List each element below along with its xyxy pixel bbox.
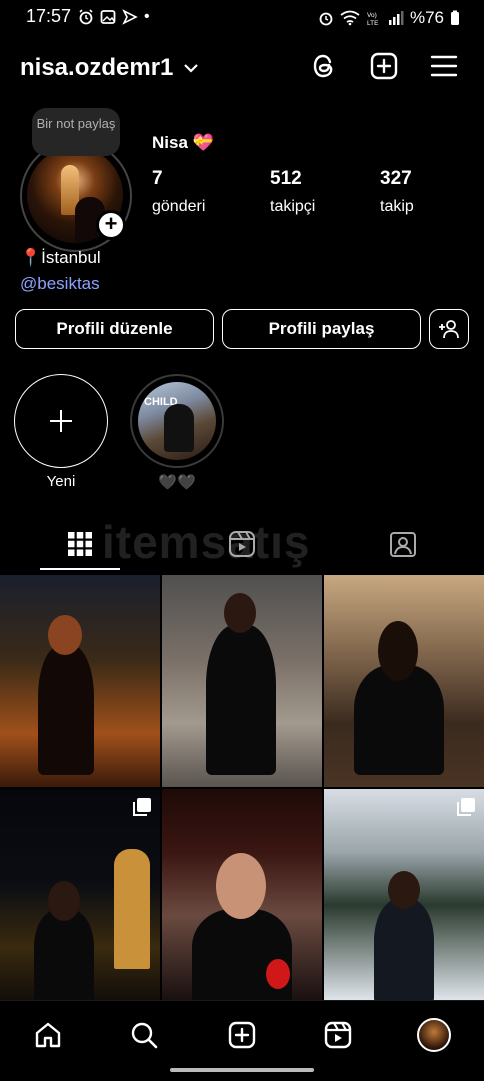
menu-button[interactable]: [430, 52, 458, 80]
post-figure: [374, 899, 434, 1000]
post-figure: [34, 909, 94, 1000]
chevron-down-icon: [184, 64, 199, 73]
stat-value: 512: [270, 168, 302, 189]
status-dot: •: [144, 8, 150, 25]
share-profile-button[interactable]: Profili paylaş: [222, 309, 421, 349]
account-switcher[interactable]: nisa.ozdemr1: [20, 54, 199, 82]
status-bar: 17:57 • Vo) LTE %76: [0, 0, 484, 34]
create-button[interactable]: [370, 52, 398, 80]
stat-value: 327: [380, 168, 412, 189]
grid-tab[interactable]: [40, 520, 120, 568]
nav-avatar: [417, 1018, 451, 1052]
post-figure: [354, 665, 444, 775]
display-name-text: Nisa: [152, 133, 188, 152]
highlight-story[interactable]: CHILD: [130, 374, 224, 468]
status-left-icons: •: [78, 8, 150, 26]
hamburger-icon: [430, 55, 458, 77]
battery-icon: [451, 10, 459, 25]
signal-icon: [388, 11, 404, 25]
stat-posts[interactable]: 7 gönderi: [152, 168, 270, 216]
post-thumbnail[interactable]: [162, 789, 322, 1000]
content-tabs: [0, 520, 484, 570]
display-name: Nisa 💝: [152, 133, 214, 153]
discover-people-button[interactable]: [429, 309, 469, 349]
highlight-story-image: CHILD: [138, 382, 216, 460]
tagged-tab[interactable]: [363, 520, 443, 568]
status-time: 17:57: [26, 6, 72, 26]
add-story-plus-icon[interactable]: +: [96, 210, 126, 240]
post-figure: [206, 625, 276, 775]
tagged-person-icon: [390, 532, 416, 557]
post-figure-head: [224, 593, 256, 633]
stat-followers[interactable]: 512 takipçi: [270, 168, 380, 216]
stat-value: 7: [152, 168, 163, 189]
stat-following[interactable]: 327 takip: [380, 168, 484, 216]
post-figure-head: [216, 853, 266, 919]
grid-icon: [68, 532, 92, 556]
svg-text:LTE: LTE: [367, 20, 379, 26]
nav-reels-button[interactable]: [318, 1015, 358, 1055]
stat-label: takip: [380, 198, 414, 215]
gallery-icon: [100, 10, 116, 24]
new-highlight-label: Yeni: [46, 473, 76, 490]
reels-tab[interactable]: [202, 520, 282, 568]
plus-square-icon: [228, 1021, 256, 1049]
post-heart-shape: [266, 959, 290, 989]
post-thumbnail[interactable]: [0, 575, 160, 787]
reels-icon: [229, 531, 255, 557]
bio-mention-link[interactable]: @besiktas: [20, 274, 100, 294]
post-figure-head: [48, 615, 82, 655]
nav-home-button[interactable]: [28, 1015, 68, 1055]
alarm-icon: [79, 9, 93, 25]
threads-icon: [313, 54, 333, 78]
status-right-icons: Vo) LTE %76: [318, 8, 460, 28]
highlight-story-label: 🖤🖤: [158, 474, 196, 491]
reels-icon: [324, 1021, 352, 1049]
post-thumbnail[interactable]: [324, 789, 484, 1000]
stat-label: gönderi: [152, 198, 206, 215]
search-icon: [131, 1022, 158, 1049]
nav-profile-button[interactable]: [414, 1015, 454, 1055]
post-figure-head: [48, 881, 80, 921]
post-thumbnail[interactable]: [162, 575, 322, 787]
add-person-icon: [439, 320, 459, 339]
posts-grid: [0, 575, 484, 1000]
active-tab-indicator: [40, 568, 120, 570]
profile-avatar[interactable]: +: [20, 140, 132, 252]
volte-icon: Vo)LTE: [367, 12, 379, 26]
multi-photo-icon: [133, 798, 151, 816]
note-bubble[interactable]: Bir not paylaş: [32, 108, 120, 156]
alarm-icon: [319, 12, 333, 26]
plus-square-icon: [370, 52, 398, 80]
heart-gift-emoji: 💝: [192, 133, 214, 152]
home-icon: [35, 1022, 61, 1048]
username: nisa.ozdemr1: [20, 54, 174, 81]
multi-photo-icon: [457, 798, 475, 816]
battery-percent: %76: [409, 8, 444, 27]
home-indicator[interactable]: [170, 1068, 314, 1072]
post-tower-shape: [114, 849, 150, 969]
wifi-icon: [340, 10, 360, 26]
post-figure-head: [388, 871, 420, 909]
send-icon: [122, 9, 138, 25]
post-figure: [38, 645, 94, 775]
plus-icon: [50, 410, 72, 432]
profile-header: nisa.ozdemr1: [0, 40, 484, 98]
bio-location: 📍İstanbul: [20, 248, 101, 267]
highlight-person-shape: [164, 404, 194, 452]
edit-profile-button[interactable]: Profili düzenle: [15, 309, 214, 349]
nav-create-button[interactable]: [222, 1015, 262, 1055]
new-highlight-button[interactable]: [14, 374, 108, 468]
post-figure-head: [378, 621, 418, 681]
post-thumbnail[interactable]: [0, 789, 160, 1000]
post-thumbnail[interactable]: [324, 575, 484, 787]
svg-text:Vo): Vo): [367, 12, 377, 19]
stat-label: takipçi: [270, 198, 316, 215]
threads-button[interactable]: [310, 52, 338, 80]
profile-stats: 7 gönderi 512 takipçi 327 takip: [152, 168, 484, 216]
nav-search-button[interactable]: [124, 1015, 164, 1055]
